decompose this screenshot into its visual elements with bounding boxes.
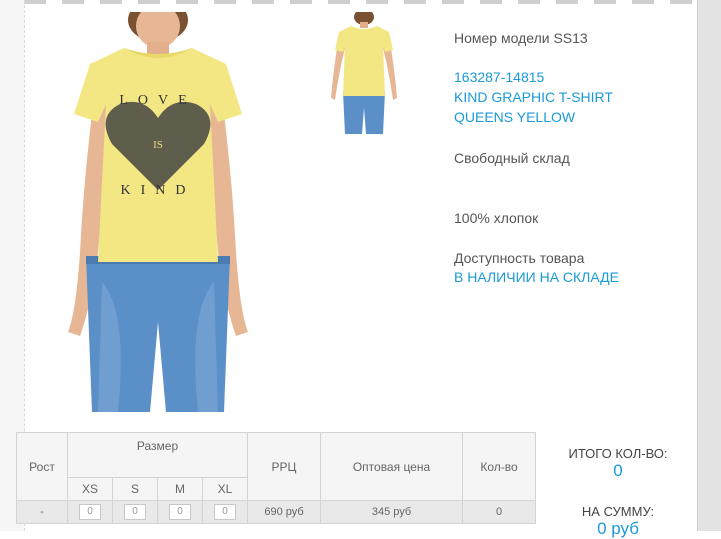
- qty-input-xs[interactable]: 0: [79, 504, 101, 520]
- height-value: -: [16, 500, 68, 524]
- qty-cell-m: 0: [157, 500, 203, 524]
- stock-type: Свободный склад: [454, 150, 570, 166]
- article-number-link[interactable]: 163287-14815: [454, 69, 544, 85]
- size-s-header: S: [112, 477, 158, 501]
- total-qty-block: ИТОГО КОЛ-ВО: 0: [556, 446, 680, 481]
- total-qty-label: ИТОГО КОЛ-ВО:: [568, 446, 668, 461]
- model-number: Номер модели SS13: [454, 30, 588, 46]
- print-text-is: IS: [153, 139, 163, 151]
- col-header-height: Рост: [16, 432, 68, 501]
- availability-status-link[interactable]: В НАЛИЧИИ НА СКЛАДЕ: [454, 269, 619, 285]
- col-header-wholesale: Оптовая цена: [320, 432, 463, 501]
- product-name-link[interactable]: KIND GRAPHIC T-SHIRT: [454, 89, 613, 105]
- qty-input-xl[interactable]: 0: [214, 504, 236, 520]
- availability-label: Доступность товара: [454, 250, 585, 266]
- total-qty-value: 0: [613, 461, 623, 480]
- qty-input-m[interactable]: 0: [169, 504, 191, 520]
- total-sum-value: 0 руб: [597, 519, 639, 538]
- size-xs-header: XS: [67, 477, 113, 501]
- size-xl-header: XL: [202, 477, 248, 501]
- qty-total-value: 0: [462, 500, 536, 524]
- product-main-photo[interactable]: LOVE IS KIND: [58, 12, 258, 412]
- page-right-margin: [697, 0, 721, 531]
- wholesale-value: 345 руб: [320, 500, 463, 524]
- order-table: Рост Размер РРЦ Оптовая цена Кол-во XS S…: [16, 432, 536, 524]
- col-header-rrp: РРЦ: [247, 432, 321, 501]
- col-header-qty: Кол-во: [462, 432, 536, 501]
- qty-cell-s: 0: [112, 500, 158, 524]
- table-row: - 0 0 0 0 690 руб 345 руб 0: [16, 500, 536, 524]
- qty-input-s[interactable]: 0: [124, 504, 146, 520]
- rrp-value: 690 руб: [247, 500, 321, 524]
- product-color-link[interactable]: QUEENS YELLOW: [454, 109, 575, 125]
- total-sum-label: НА СУММУ:: [581, 504, 655, 519]
- qty-cell-xs: 0: [67, 500, 113, 524]
- print-text-kind: KIND: [121, 183, 196, 198]
- qty-cell-xl: 0: [202, 500, 248, 524]
- col-header-size: Размер: [67, 432, 248, 478]
- composition: 100% хлопок: [454, 210, 539, 226]
- total-sum-block: НА СУММУ: 0 руб: [556, 504, 680, 539]
- print-text-love: LOVE: [119, 93, 196, 108]
- size-m-header: M: [157, 477, 203, 501]
- product-thumbnail[interactable]: [323, 12, 405, 134]
- top-edge-decoration: [24, 0, 697, 4]
